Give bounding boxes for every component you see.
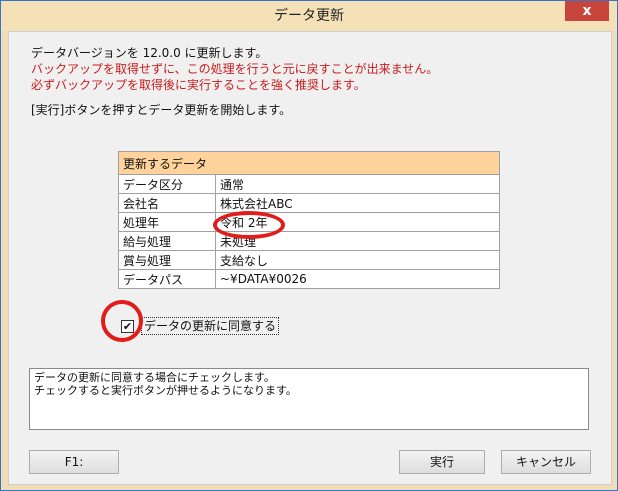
- version-message: データバージョンを 12.0.0 に更新します。: [31, 46, 268, 60]
- f1-button[interactable]: F1:: [29, 450, 119, 474]
- table-row: データパス ~¥DATA¥0026: [118, 269, 500, 289]
- row-label-company: 会社名: [118, 193, 216, 213]
- table-row: 給与処理 未処理: [118, 231, 500, 251]
- table-row: 会社名 株式会社ABC: [118, 193, 500, 213]
- instruction-message: [実行]ボタンを押すとデータ更新を開始します。: [31, 103, 292, 117]
- close-button[interactable]: x: [565, 1, 609, 21]
- hint-line-1: データの更新に同意する場合にチェックします。: [34, 371, 275, 384]
- table-row: データ区分 通常: [118, 174, 500, 194]
- recommend-message: 必ずバックアップを取得後に実行することを強く推奨します。: [31, 78, 366, 92]
- annotation-ring-year: [213, 211, 285, 239]
- row-value-company: 株式会社ABC: [215, 193, 500, 213]
- update-data-table: 更新するデータ データ区分 通常 会社名 株式会社ABC 処理年 令和 2年 給…: [118, 151, 500, 289]
- dialog-body: データバージョンを 12.0.0 に更新します。 バックアップを取得せずに、この…: [8, 31, 612, 485]
- table-header: 更新するデータ: [118, 151, 500, 175]
- agree-checkbox-label[interactable]: データの更新に同意する: [141, 317, 280, 335]
- execute-button[interactable]: 実行: [399, 450, 485, 474]
- cancel-button[interactable]: キャンセル: [501, 450, 591, 474]
- row-label-data-path: データパス: [118, 269, 216, 289]
- row-value-bonus: 支給なし: [215, 250, 500, 270]
- dialog-window: データ更新 x データバージョンを 12.0.0 に更新します。 バックアップを…: [0, 0, 618, 491]
- table-row: 賞与処理 支給なし: [118, 250, 500, 270]
- window-title: データ更新: [274, 8, 344, 24]
- warning-message: バックアップを取得せずに、この処理を行うと元に戻すことが出来ません。: [31, 62, 439, 76]
- row-label-salary: 給与処理: [118, 231, 216, 251]
- table-row: 処理年 令和 2年: [118, 212, 500, 232]
- annotation-ring-checkbox: [101, 300, 143, 342]
- row-label-data-category: データ区分: [118, 174, 216, 194]
- row-value-data-category: 通常: [215, 174, 500, 194]
- row-label-bonus: 賞与処理: [118, 250, 216, 270]
- title-bar: データ更新 x: [1, 1, 617, 31]
- hint-line-2: チェックすると実行ボタンが押せるようになります。: [34, 384, 297, 397]
- row-label-processing-year: 処理年: [118, 212, 216, 232]
- row-value-data-path: ~¥DATA¥0026: [215, 269, 500, 289]
- hint-textbox: データの更新に同意する場合にチェックします。 チェックすると実行ボタンが押せるよ…: [29, 368, 589, 430]
